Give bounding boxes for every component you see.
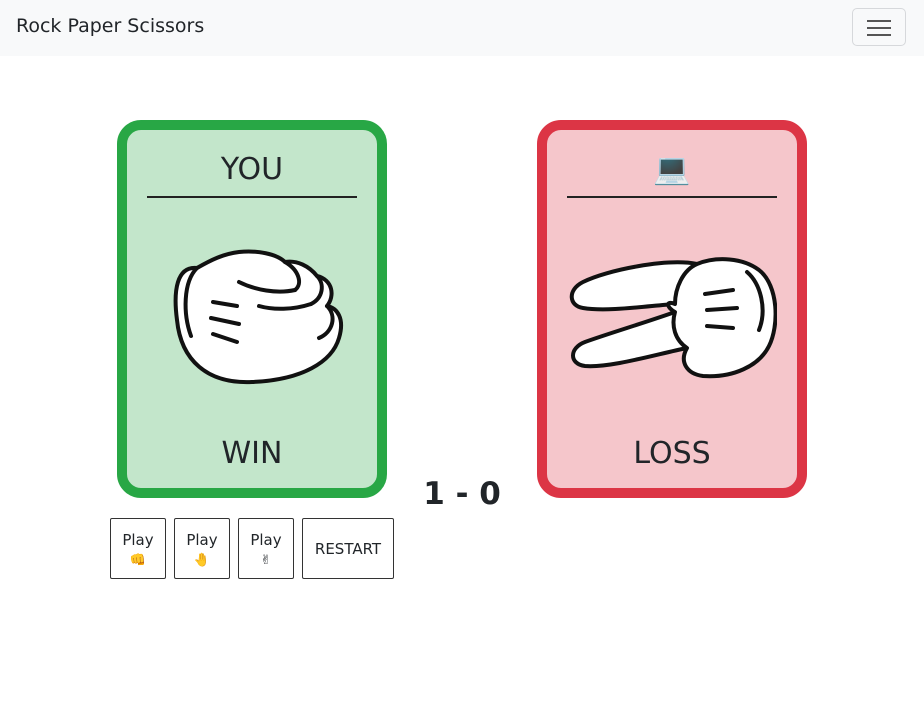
- computer-card: 💻 LOSS: [537, 120, 807, 498]
- computer-card-title: 💻: [547, 152, 797, 187]
- navbar-toggle-button[interactable]: [852, 8, 906, 46]
- navbar-brand[interactable]: Rock Paper Scissors: [16, 15, 204, 37]
- scissors-hand-icon: [547, 230, 778, 404]
- laptop-icon: 💻: [653, 152, 691, 187]
- player-card-title: YOU: [220, 152, 284, 187]
- play-paper-button[interactable]: Play 🤚: [174, 518, 230, 579]
- player-card: YOU WIN: [117, 120, 387, 498]
- play-rock-label: Play: [122, 530, 154, 549]
- play-scissors-label: Play: [250, 530, 282, 549]
- rock-fist-icon: [127, 230, 357, 404]
- score-display: 1 - 0: [423, 476, 501, 512]
- play-paper-label: Play: [186, 530, 218, 549]
- computer-card-divider: [567, 196, 777, 198]
- restart-label: RESTART: [314, 539, 382, 558]
- fist-icon: 👊: [129, 552, 147, 568]
- navbar: Rock Paper Scissors: [0, 0, 924, 56]
- play-scissors-button[interactable]: Play ✌: [238, 518, 294, 579]
- play-rock-button[interactable]: Play 👊: [110, 518, 166, 579]
- player-card-result: WIN: [221, 436, 283, 471]
- computer-card-result: LOSS: [633, 436, 711, 471]
- player-card-divider: [147, 196, 357, 198]
- restart-button[interactable]: RESTART: [302, 518, 394, 579]
- victory-hand-icon: ✌: [260, 552, 272, 568]
- raised-hand-icon: 🤚: [193, 552, 211, 568]
